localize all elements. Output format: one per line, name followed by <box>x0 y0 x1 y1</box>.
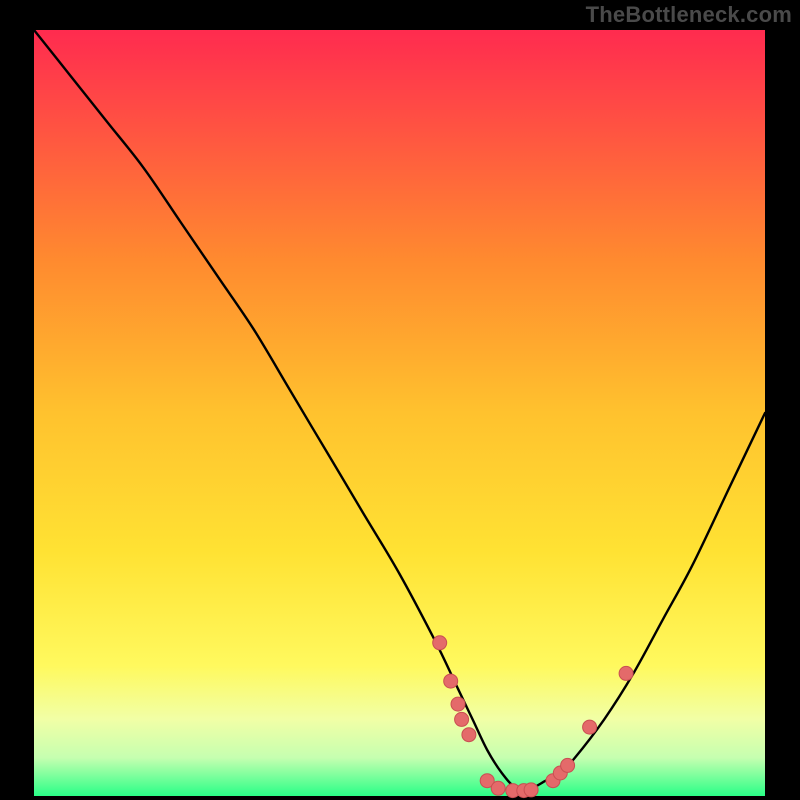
sample-dot <box>451 697 465 711</box>
sample-dot <box>524 783 538 797</box>
sample-dot <box>583 720 597 734</box>
sample-dot <box>444 674 458 688</box>
plot-background <box>34 30 765 796</box>
chart-frame: { "attribution": "TheBottleneck.com", "c… <box>0 0 800 800</box>
sample-dot <box>462 728 476 742</box>
sample-dot <box>619 666 633 680</box>
bottleneck-chart <box>0 0 800 800</box>
sample-dot <box>455 712 469 726</box>
sample-dot <box>491 781 505 795</box>
sample-dot <box>561 758 575 772</box>
sample-dot <box>433 636 447 650</box>
